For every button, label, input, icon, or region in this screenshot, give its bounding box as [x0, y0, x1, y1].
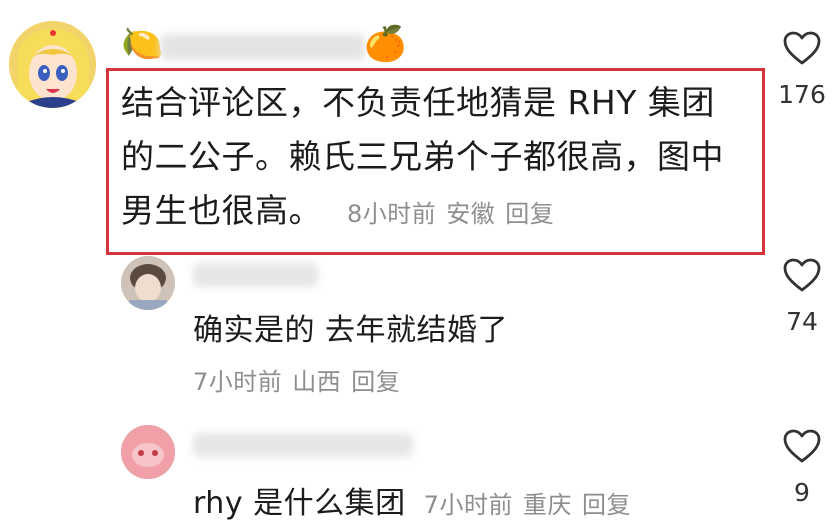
username-blurred[interactable] [193, 263, 318, 287]
avatar[interactable] [9, 21, 96, 108]
like-group: 74 [772, 257, 832, 336]
heart-outline-icon[interactable] [782, 30, 822, 66]
like-count: 9 [794, 478, 810, 507]
comment-meta: 8小时前 安徽 回复 [347, 200, 564, 228]
reply-meta: 7小时前 重庆 回复 [424, 491, 641, 519]
comment-body: 结合评论区，不负责任地猜是 RHY 集团的二公子。赖氏三兄弟个子都很高，图中男生… [121, 76, 746, 241]
reply-body: 确实是的 去年就结婚了 [193, 313, 509, 348]
comment-location: 安徽 [446, 200, 496, 228]
avatar[interactable] [121, 425, 175, 479]
username-blurred[interactable] [193, 433, 413, 457]
username-blurred[interactable] [160, 34, 365, 60]
like-count: 74 [786, 307, 818, 336]
reply-button[interactable]: 回复 [582, 491, 631, 519]
reply-text: rhy 是什么集团 [193, 486, 406, 521]
reply-location: 山西 [292, 368, 342, 396]
reply-time: 7小时前 [193, 368, 283, 396]
reply-time: 7小时前 [423, 491, 513, 519]
orange-icon: 🍊 [364, 24, 407, 64]
reply-body-with-meta: rhy 是什么集团 7小时前 重庆 回复 [193, 478, 641, 522]
reply-location: 重庆 [522, 491, 572, 519]
comment-time: 8小时前 [347, 200, 437, 228]
reply-button[interactable]: 回复 [351, 368, 400, 396]
heart-outline-icon[interactable] [782, 257, 822, 293]
like-count: 176 [778, 80, 826, 109]
reply-meta: 7小时前 山西 回复 [193, 362, 410, 397]
like-group: 9 [772, 428, 832, 507]
avatar[interactable] [121, 256, 175, 310]
comment-thread: 🍋 🍊 结合评论区，不负责任地猜是 RHY 集团的二公子。赖氏三兄弟个子都很高，… [0, 0, 840, 523]
like-group: 176 [772, 30, 832, 109]
lemon-icon: 🍋 [121, 24, 164, 64]
reply-button[interactable]: 回复 [505, 200, 554, 228]
heart-outline-icon[interactable] [782, 428, 822, 464]
